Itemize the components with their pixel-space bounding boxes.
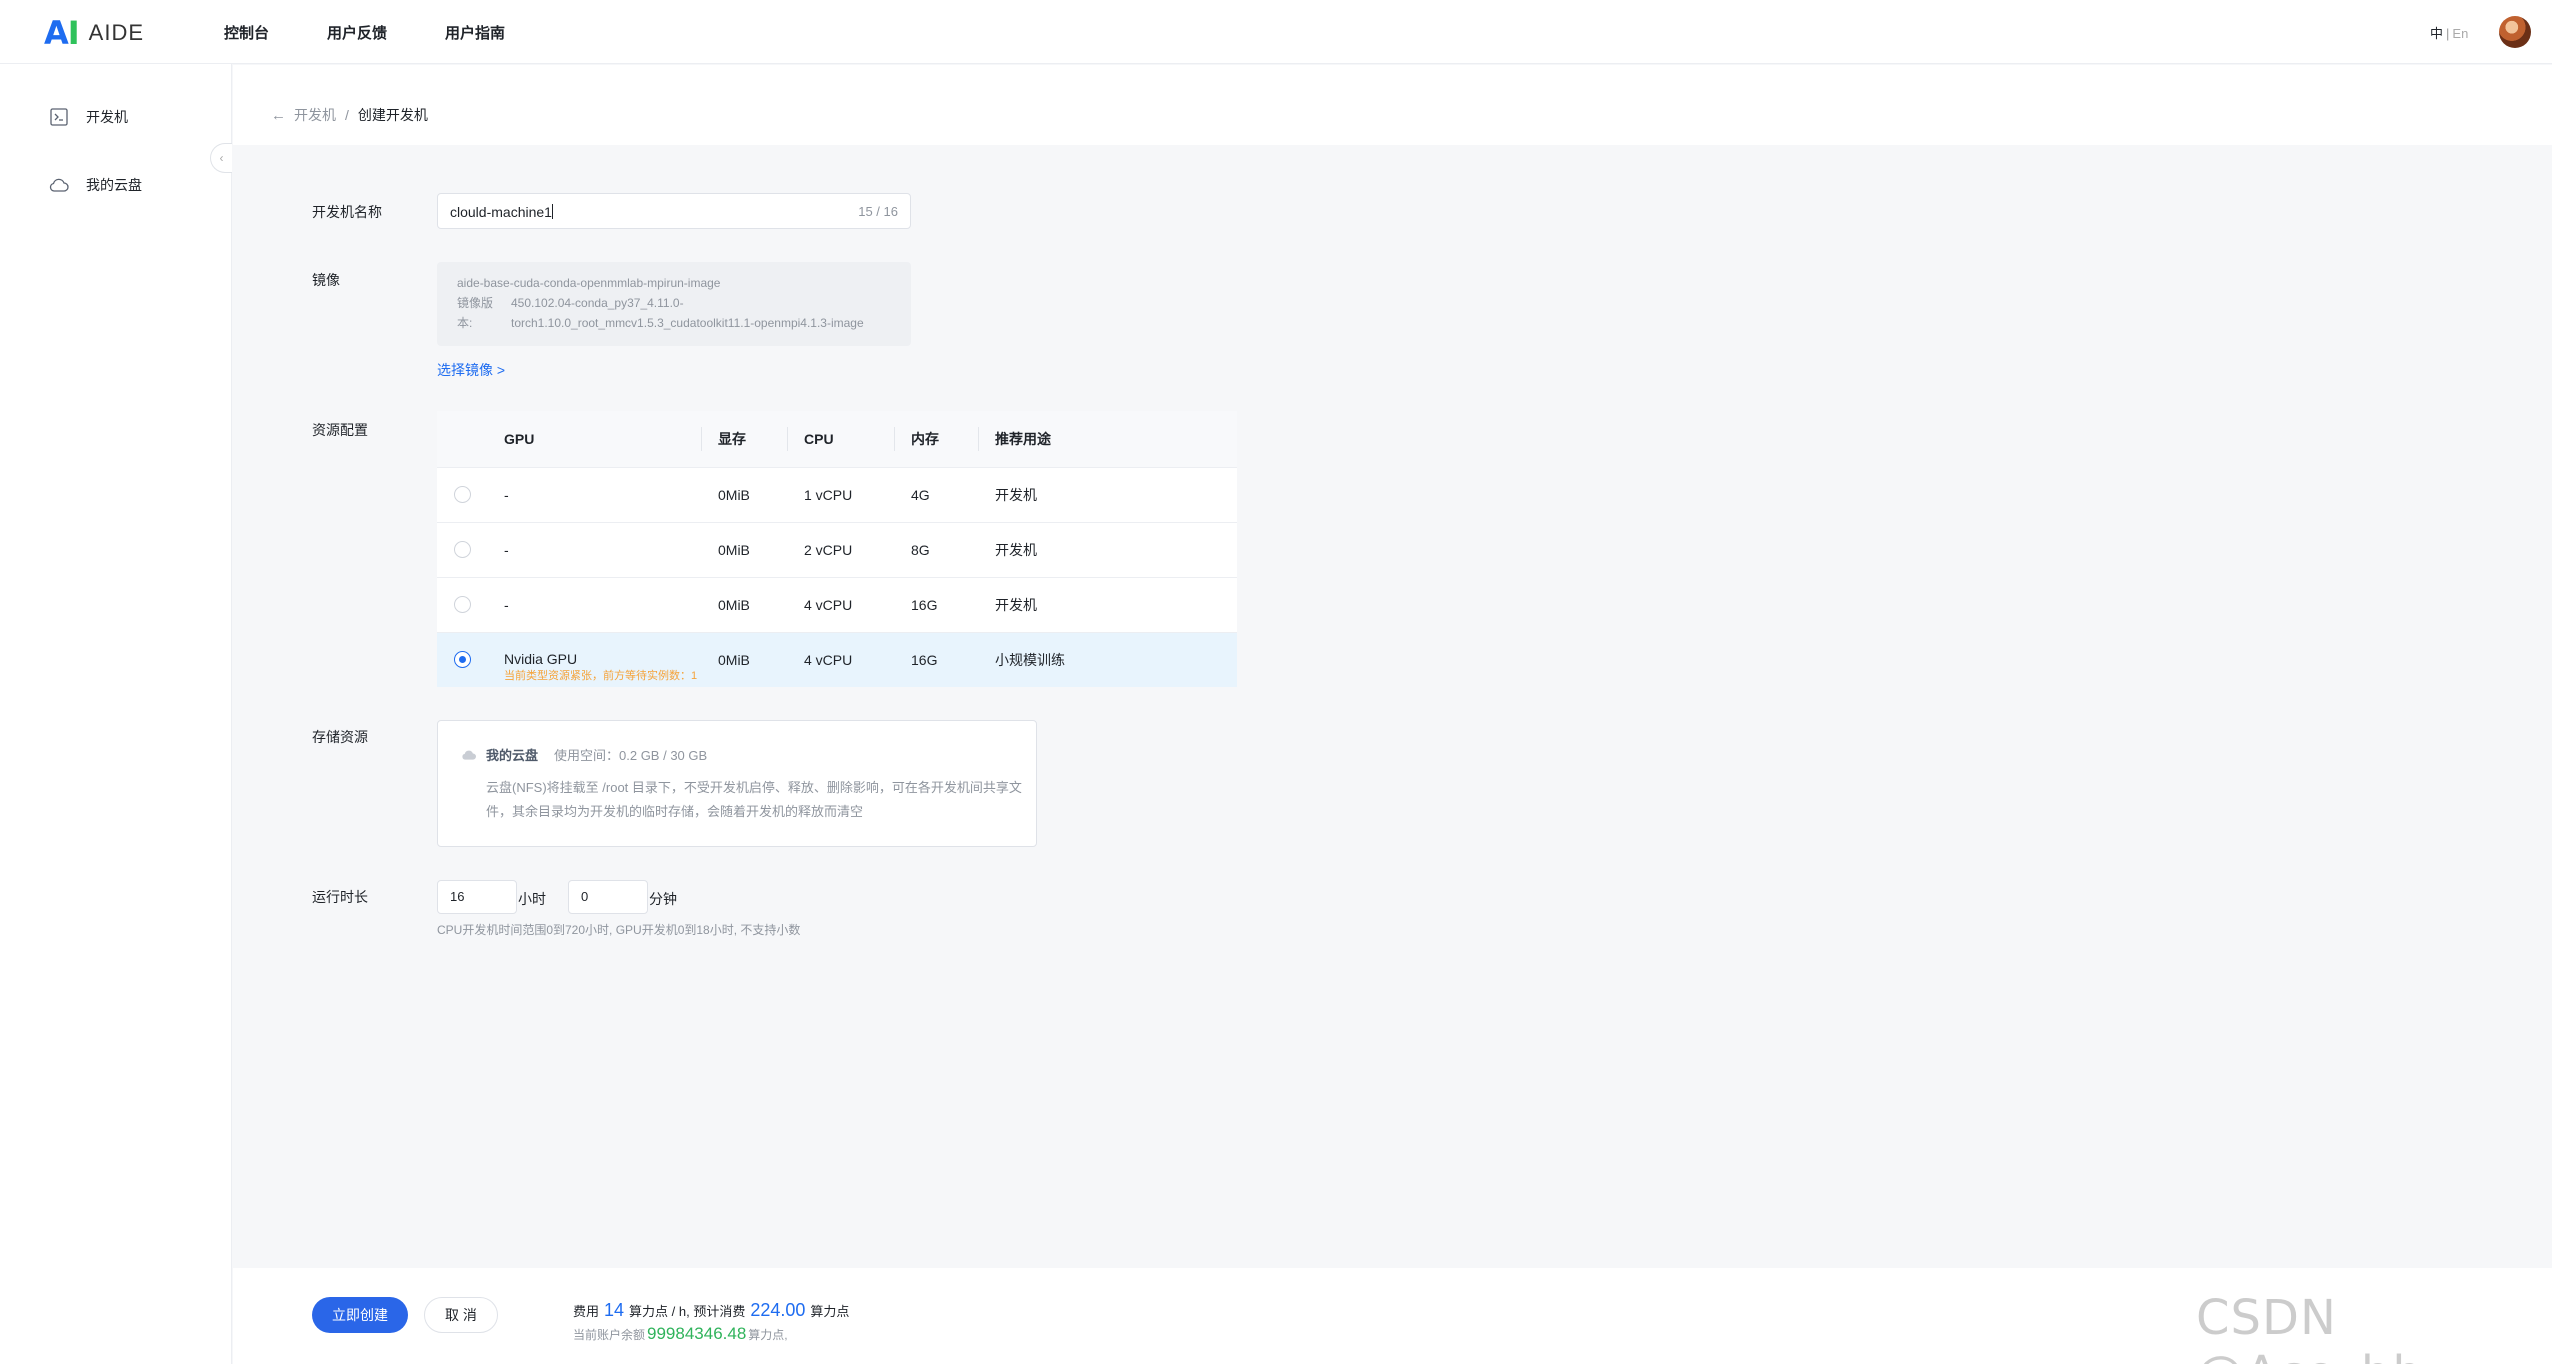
sidebar-item-label: 开发机 (86, 109, 128, 125)
name-char-count: 15 / 16 (858, 204, 898, 219)
storage-card: 我的云盘 使用空间：0.2 GB / 30 GB 云盘(NFS)将挂载至 /ro… (437, 720, 1037, 847)
logo[interactable]: AI AIDE (44, 14, 144, 52)
resource-radio-selected[interactable] (454, 651, 471, 668)
back-arrow-icon[interactable]: ← (271, 107, 286, 124)
watermark: CSDN @Ace_bb (2196, 1290, 2423, 1364)
lang-en[interactable]: En (2452, 26, 2468, 41)
image-version: 450.102.04-conda_py37_4.11.0- (511, 296, 684, 310)
logo-text: AIDE (88, 20, 145, 45)
breadcrumb-bar: ← 开发机 / 创建开发机 (233, 65, 2552, 145)
resource-warning: 当前类型资源紧张，前方等待实例数：1 (504, 670, 698, 682)
duration-hint: CPU开发机时间范围0到720小时, GPU开发机0到18小时, 不支持小数 (437, 923, 801, 937)
resource-radio[interactable] (454, 596, 471, 613)
breadcrumb: ← 开发机 / 创建开发机 (271, 105, 428, 125)
nav-guide[interactable]: 用户指南 (445, 22, 505, 43)
nav-console[interactable]: 控制台 (224, 22, 269, 43)
top-header: AI AIDE 控制台 用户反馈 用户指南 中 | En (0, 0, 2552, 64)
table-row[interactable]: - 0MiB 1 vCPU 4G 开发机 (437, 467, 1237, 522)
avatar[interactable] (2499, 16, 2531, 48)
create-button[interactable]: 立即创建 (312, 1297, 408, 1333)
resource-table: GPU 显存 CPU 内存 推荐用途 - 0MiB 1 vCPU 4G 开发机 … (437, 411, 1237, 687)
table-row[interactable]: - 0MiB 2 vCPU 8G 开发机 (437, 522, 1237, 577)
lang-zh[interactable]: 中 (2430, 26, 2443, 41)
minutes-unit: 分钟 (649, 891, 677, 907)
table-header: GPU 显存 CPU 内存 推荐用途 (437, 411, 1237, 467)
terminal-icon (48, 106, 70, 128)
image-name: aide-base-cuda-conda-openmmlab-mpirun-im… (457, 276, 721, 290)
cancel-button[interactable]: 取 消 (424, 1297, 498, 1333)
sidebar-collapse-button[interactable]: ‹ (210, 143, 232, 173)
storage-label: 存储资源 (312, 729, 368, 745)
machine-name-input[interactable]: clould-machine1 15 / 16 (437, 193, 911, 229)
cloud-icon (48, 174, 70, 196)
cost-total: 224.00 (750, 1300, 806, 1320)
storage-name: 我的云盘 (486, 748, 539, 763)
storage-description: 云盘(NFS)将挂载至 /root 目录下，不受开发机启停、释放、删除影响，可在… (486, 780, 1022, 819)
balance-info: 当前账户余额 99984346.48 算力点, (573, 1324, 788, 1343)
cost-info: 费用 14 算力点 / h, 预计消费 224.00 算力点 (573, 1300, 850, 1320)
hours-input[interactable]: 16 (437, 880, 517, 914)
cloud-icon (460, 748, 480, 762)
resource-radio[interactable] (454, 486, 471, 503)
nav-feedback[interactable]: 用户反馈 (327, 22, 387, 43)
image-info: aide-base-cuda-conda-openmmlab-mpirun-im… (437, 262, 911, 346)
image-label: 镜像 (312, 272, 340, 288)
resource-label: 资源配置 (312, 422, 368, 438)
top-nav: 控制台 用户反馈 用户指南 (224, 22, 563, 43)
table-row-selected[interactable]: Nvidia GPU 当前类型资源紧张，前方等待实例数：1 0MiB 4 vCP… (437, 632, 1237, 687)
sidebar-item-cloud-disk[interactable]: 我的云盘 (48, 174, 142, 196)
balance-value: 99984346.48 (647, 1324, 747, 1343)
table-row[interactable]: - 0MiB 4 vCPU 16G 开发机 (437, 577, 1237, 632)
sidebar-item-dev-machine[interactable]: 开发机 (48, 106, 128, 128)
language-switch[interactable]: 中 | En (2430, 23, 2468, 42)
sidebar: 开发机 我的云盘 (0, 64, 232, 1364)
name-label: 开发机名称 (312, 204, 382, 220)
breadcrumb-parent[interactable]: 开发机 (294, 105, 336, 125)
duration-label: 运行时长 (312, 889, 368, 905)
select-image-link[interactable]: 选择镜像 > (437, 360, 505, 380)
minutes-input[interactable]: 0 (568, 880, 648, 914)
logo-mark: AI (44, 14, 80, 52)
hours-unit: 小时 (518, 891, 546, 907)
cost-rate: 14 (604, 1300, 625, 1320)
storage-usage: 使用空间：0.2 GB / 30 GB (554, 748, 708, 763)
resource-radio[interactable] (454, 541, 471, 558)
breadcrumb-current: 创建开发机 (357, 107, 428, 123)
sidebar-item-label: 我的云盘 (86, 177, 142, 193)
